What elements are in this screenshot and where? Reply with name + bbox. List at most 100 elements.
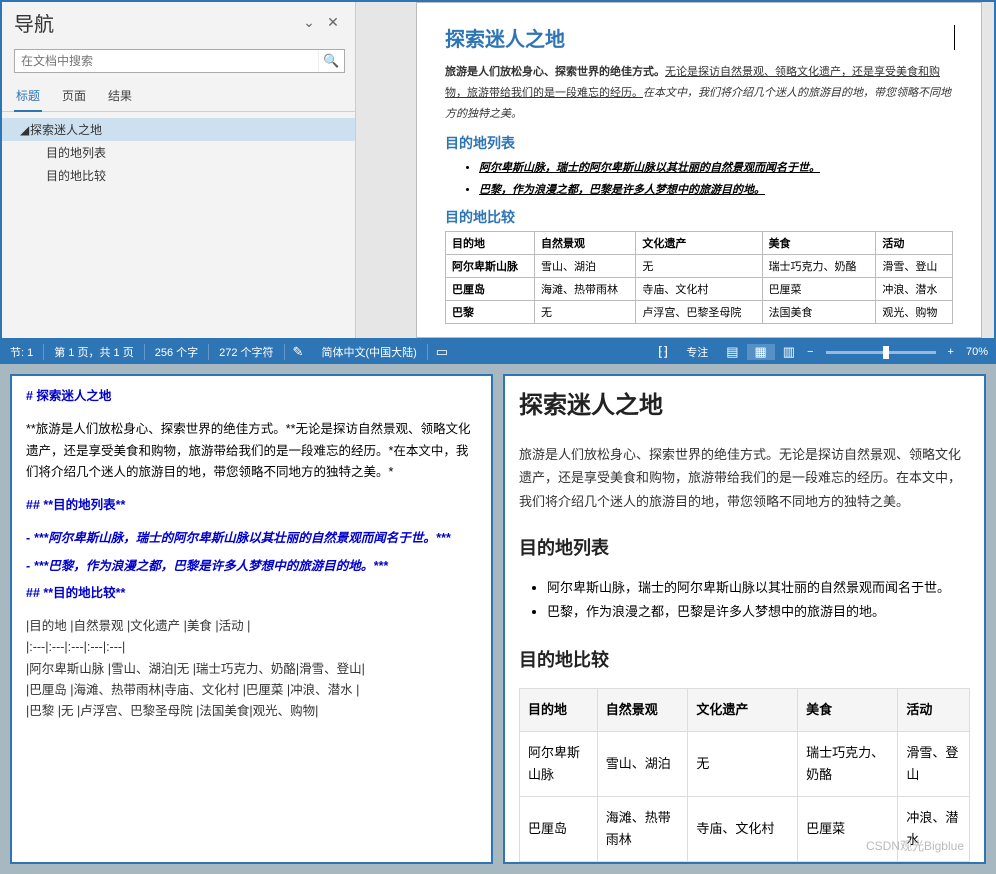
td: 观光、购物 [876,300,953,323]
focus-icon[interactable]: ⁅⁆ [650,344,676,360]
td: 卢浮宫、巴黎圣母院 [636,300,762,323]
status-chars[interactable]: 272 个字符 [209,344,284,360]
zoom-thumb[interactable] [883,346,889,359]
doc-table: 目的地 自然景观 文化遗产 美食 活动 阿尔卑斯山脉雪山、湖泊无瑞士巧克力、奶酪… [445,231,953,324]
read-mode-icon[interactable]: ▤ [718,344,746,360]
td: 巴黎 [446,300,535,323]
doc-heading-2: 目的地比较 [445,207,953,227]
td: 雪山、湖泊 [597,731,688,796]
td: 阿尔卑斯山脉 [446,254,535,277]
td: 雪山、湖泊 [535,254,636,277]
html-h2: 目的地列表 [519,533,970,564]
word-window: 导航 ⌄ ✕ 🔍 标题 页面 结果 ◢探索迷人之地 目的地列表 目的地比较 探索… [0,0,996,340]
md-list-item: - ***巴黎，作为浪漫之都，巴黎是许多人梦想中的旅游目的地。*** [26,556,477,577]
md-row: |阿尔卑斯山脉 |雪山、湖泊|无 |瑞士巧克力、奶酪|滑雪、登山| [26,659,477,680]
th: 文化遗产 [688,688,798,731]
search-icon[interactable]: 🔍 [318,50,344,72]
td: 寺庙、文化村 [636,277,762,300]
tree-item-child[interactable]: 目的地比较 [2,164,355,187]
md-row: |巴厘岛 |海滩、热带雨林|寺庙、文化村 |巴厘菜 |冲浪、潜水 | [26,680,477,701]
zoom-out-button[interactable]: − [803,346,817,358]
tab-results[interactable]: 结果 [106,81,134,111]
th: 美食 [762,231,876,254]
close-icon[interactable]: ✕ [321,14,345,31]
td: 巴厘菜 [762,277,876,300]
tree-item-child[interactable]: 目的地列表 [2,141,355,164]
th: 目的地 [446,231,535,254]
accessibility-icon[interactable]: ▭ [428,344,456,360]
status-page[interactable]: 第 1 页，共 1 页 [44,344,144,360]
spellcheck-icon[interactable]: ✎ [285,344,312,360]
th: 文化遗产 [636,231,762,254]
outline-tree: ◢探索迷人之地 目的地列表 目的地比较 [2,112,355,193]
td: 法国美食 [798,862,898,865]
md-h1: # 探索迷人之地 [26,386,477,407]
nav-tabs: 标题 页面 结果 [2,81,355,112]
zoom-level[interactable]: 70% [958,346,996,358]
td: 寺庙、文化村 [688,796,798,861]
table-row: 巴黎无卢浮宫、巴黎圣母院法国美食观光、购物 [520,862,970,865]
search-input[interactable] [15,50,318,72]
print-layout-icon[interactable]: ▦ [747,344,775,360]
chevron-down-icon[interactable]: ⌄ [297,14,321,31]
document-page[interactable]: 探索迷人之地 旅游是人们放松身心、探索世界的绝佳方式。无论是探访自然景观、领略文… [416,2,982,338]
doc-list: 阿尔卑斯山脉，瑞士的阿尔卑斯山脉以其壮丽的自然景观而闻名于世。 巴黎，作为浪漫之… [445,157,953,201]
th: 自然景观 [597,688,688,731]
th: 目的地 [520,688,598,731]
table-row: 目的地自然景观文化遗产美食活动 [520,688,970,731]
td: 海滩、热带雨林 [535,277,636,300]
web-layout-icon[interactable]: ▥ [775,344,803,360]
list-item: 巴黎，作为浪漫之都，巴黎是许多人梦想中的旅游目的地。 [547,600,970,625]
list-item: 阿尔卑斯山脉，瑞士的阿尔卑斯山脉以其壮丽的自然景观而闻名于世。 [547,576,970,601]
html-list: 阿尔卑斯山脉，瑞士的阿尔卑斯山脉以其壮丽的自然景观而闻名于世。 巴黎，作为浪漫之… [519,576,970,625]
td: 巴厘岛 [446,277,535,300]
doc-heading-2: 目的地列表 [445,133,953,153]
status-bar: 节: 1 第 1 页，共 1 页 256 个字 272 个字符 ✎ 简体中文(中… [0,340,996,364]
list-item: 阿尔卑斯山脉，瑞士的阿尔卑斯山脉以其壮丽的自然景观而闻名于世。 [479,157,953,179]
navigation-pane: 导航 ⌄ ✕ 🔍 标题 页面 结果 ◢探索迷人之地 目的地列表 目的地比较 [2,2,356,338]
list-item: 巴黎，作为浪漫之都，巴黎是许多人梦想中的旅游目的地。 [479,179,953,201]
table-row: 巴黎无卢浮宫、巴黎圣母院法国美食观光、购物 [446,300,953,323]
md-list-item: - ***阿尔卑斯山脉，瑞士的阿尔卑斯山脉以其壮丽的自然景观而闻名于世。*** [26,528,477,549]
td: 卢浮宫、巴黎圣母院 [688,862,798,865]
tree-label: 探索迷人之地 [30,123,102,137]
td: 瑞士巧克力、奶酪 [798,731,898,796]
status-words[interactable]: 256 个字 [145,344,209,360]
html-h1: 探索迷人之地 [519,386,970,427]
table-row: 阿尔卑斯山脉雪山、湖泊无瑞士巧克力、奶酪滑雪、登山 [446,254,953,277]
th: 活动 [898,688,970,731]
table-row: 阿尔卑斯山脉雪山、湖泊无瑞士巧克力、奶酪滑雪、登山 [520,731,970,796]
th: 活动 [876,231,953,254]
tree-item-root[interactable]: ◢探索迷人之地 [2,118,355,141]
td: 观光、购物 [898,862,970,865]
zoom-in-button[interactable]: + [944,346,958,358]
status-focus[interactable]: 专注 [676,344,718,360]
status-section[interactable]: 节: 1 [0,344,44,360]
md-h2: ## **目的地列表** [26,495,477,516]
md-row: |目的地 |自然景观 |文化遗产 |美食 |活动 | [26,616,477,637]
md-row: |巴黎 |无 |卢浮宫、巴黎圣母院 |法国美食|观光、购物| [26,701,477,722]
md-row: |:---|:---|:---|:---|:---| [26,637,477,658]
html-paragraph: 旅游是人们放松身心、探索世界的绝佳方式。无论是探访自然景观、领略文化遗产，还是享… [519,443,970,513]
bottom-panels: # 探索迷人之地 **旅游是人们放松身心、探索世界的绝佳方式。**无论是探访自然… [0,364,996,874]
th: 自然景观 [535,231,636,254]
watermark: CSDN观光Bigblue [866,836,964,856]
td: 瑞士巧克力、奶酪 [762,254,876,277]
md-text: **旅游是人们放松身心、探索世界的绝佳方式。**无论是探访自然景观、领略文化遗产… [26,422,470,479]
td: 冲浪、潜水 [876,277,953,300]
td: 滑雪、登山 [898,731,970,796]
td: 无 [636,254,762,277]
bold-text: 旅游是人们放松身心、探索世界的绝佳方式。 [445,66,665,78]
markdown-panel: # 探索迷人之地 **旅游是人们放松身心、探索世界的绝佳方式。**无论是探访自然… [10,374,493,864]
td: 无 [535,300,636,323]
table-row: 目的地 自然景观 文化遗产 美食 活动 [446,231,953,254]
th: 美食 [798,688,898,731]
status-language[interactable]: 简体中文(中国大陆) [311,344,427,360]
td: 法国美食 [762,300,876,323]
document-area: 探索迷人之地 旅游是人们放松身心、探索世界的绝佳方式。无论是探访自然景观、领略文… [356,2,994,338]
zoom-slider[interactable] [826,351,936,354]
tab-headings[interactable]: 标题 [14,81,42,112]
tab-pages[interactable]: 页面 [60,81,88,111]
table-row: 巴厘岛海滩、热带雨林寺庙、文化村巴厘菜冲浪、潜水 [446,277,953,300]
td: 滑雪、登山 [876,254,953,277]
